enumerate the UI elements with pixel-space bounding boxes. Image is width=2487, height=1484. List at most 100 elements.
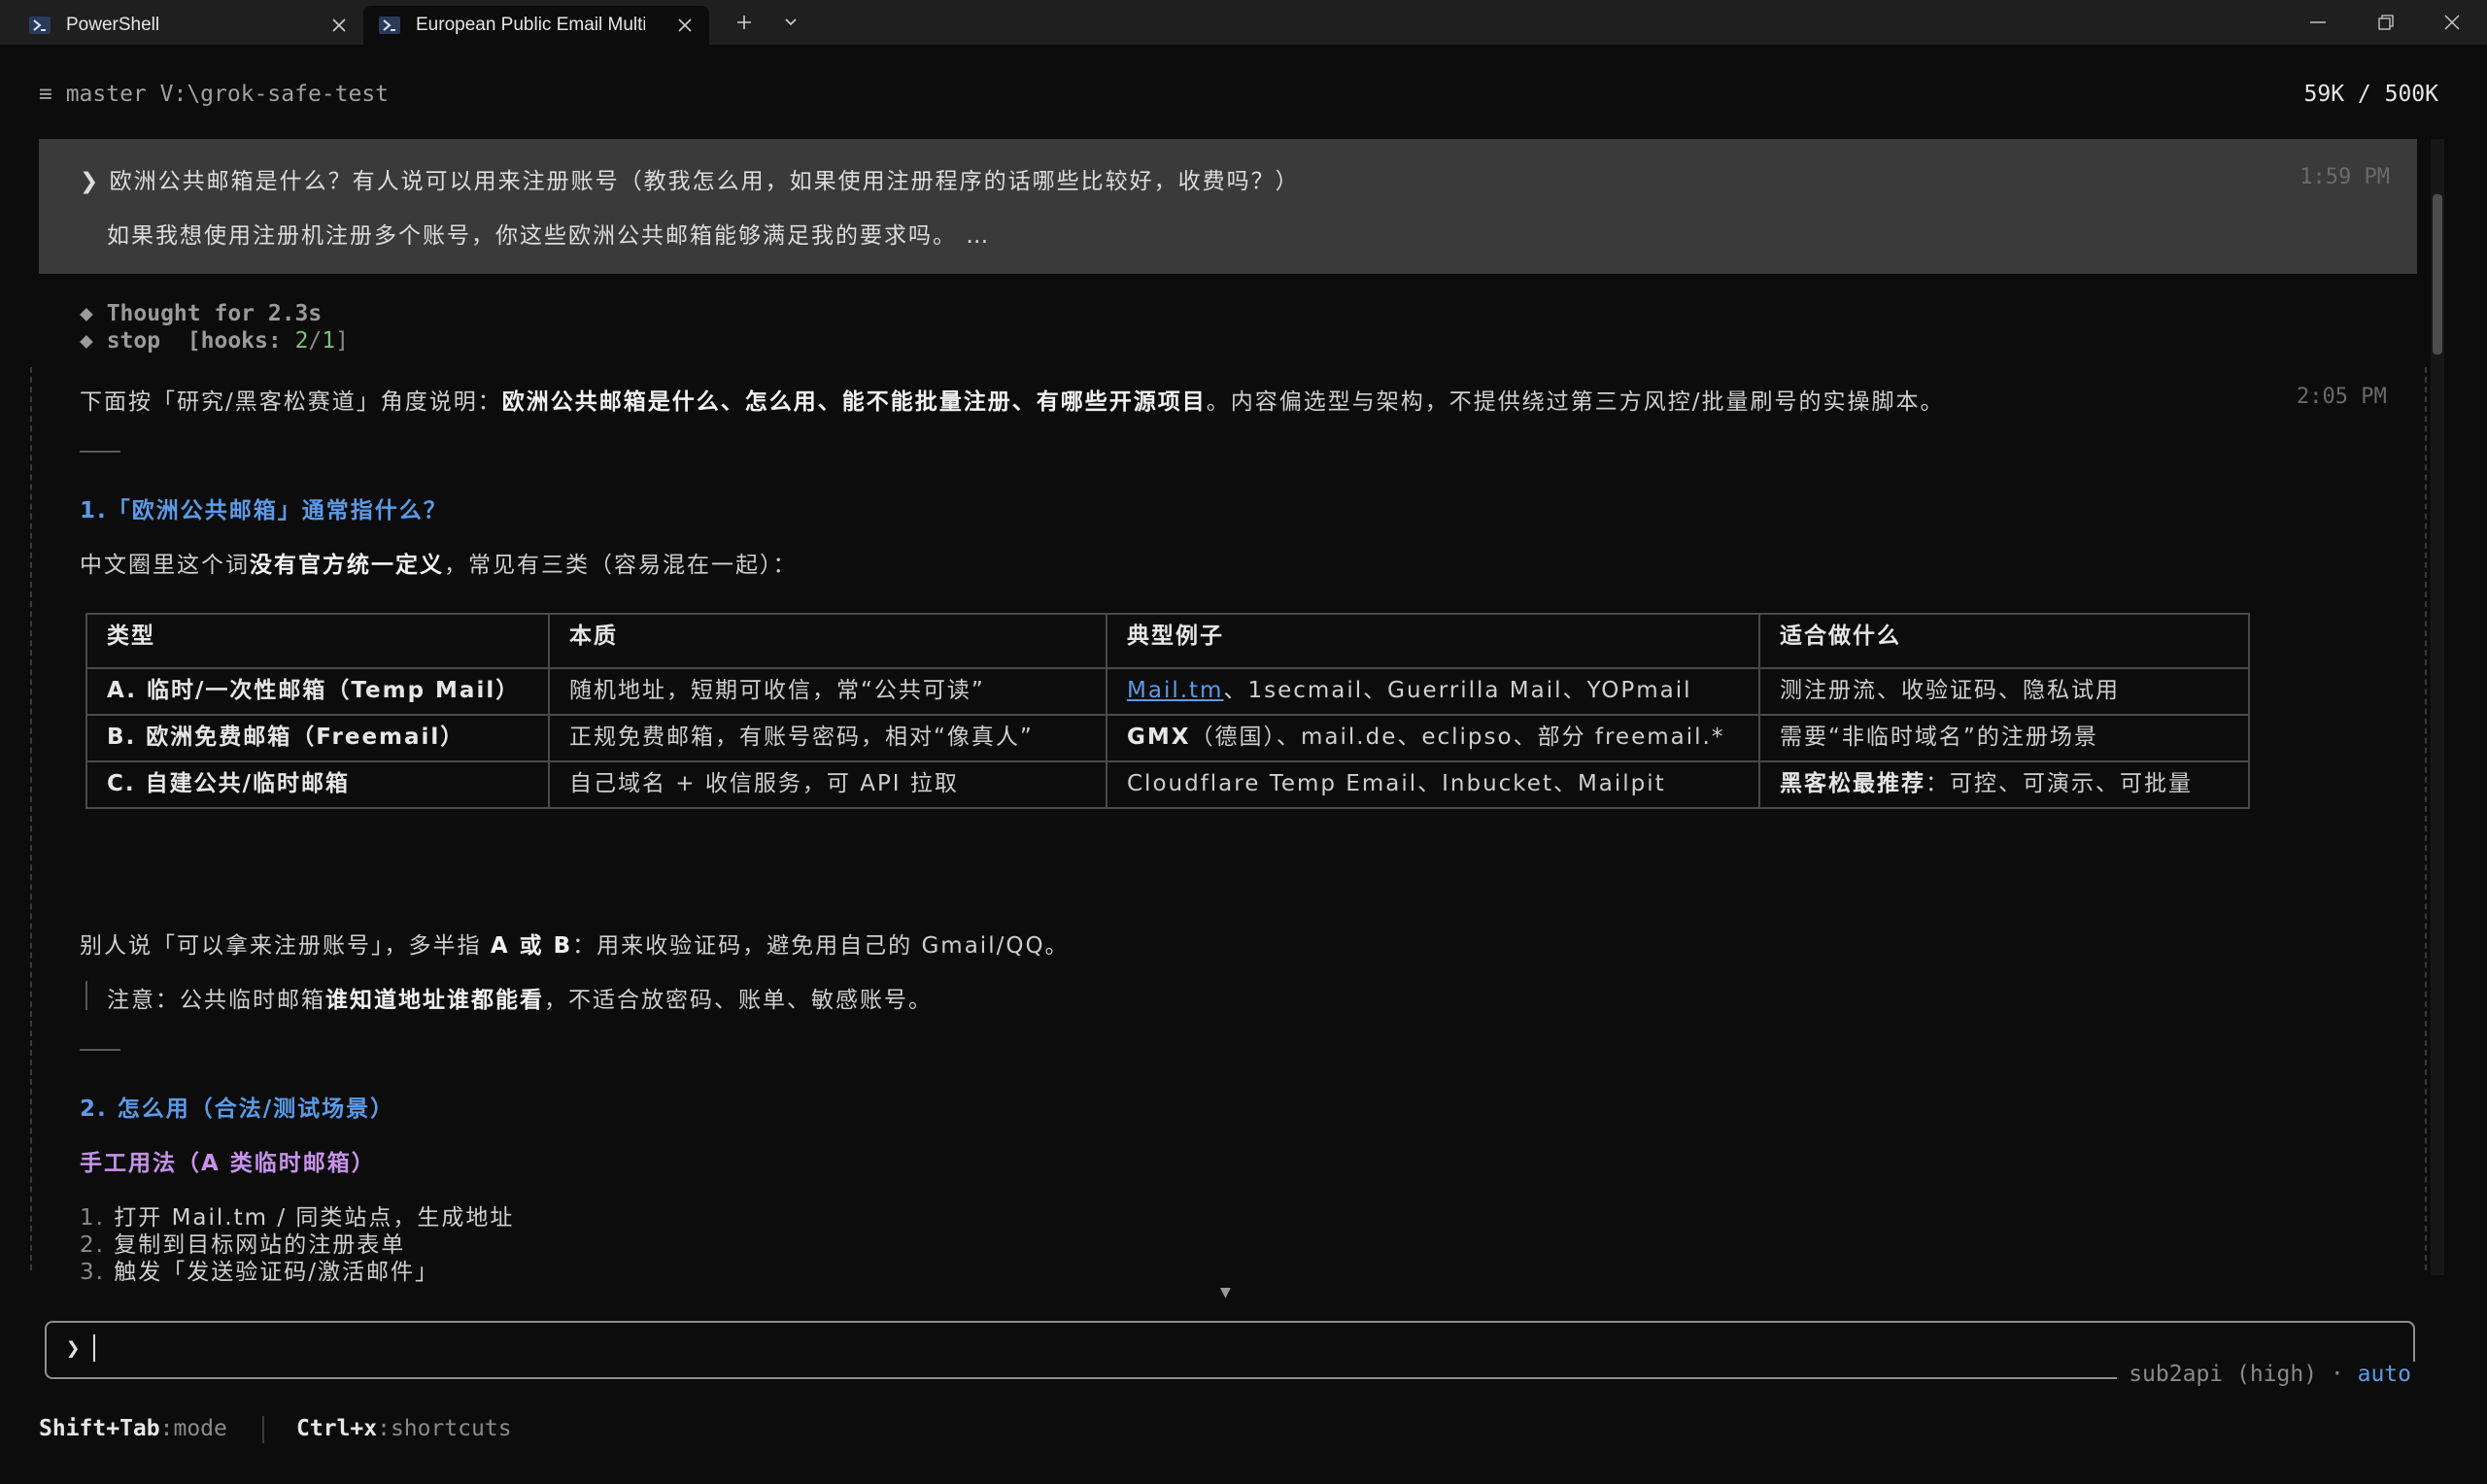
section-heading-1: 1.「欧洲公共邮箱」通常指什么？ xyxy=(80,498,448,523)
minimize-button[interactable] xyxy=(2285,0,2351,45)
model-label: sub2api (high) · xyxy=(2129,1362,2358,1387)
chevron-down-icon xyxy=(785,18,797,26)
table-cell-nature: 正规免费邮箱，有账号密码，相对“像真人” xyxy=(548,714,1107,762)
table-row: A. 临时/一次性邮箱（Temp Mail） 随机地址，短期可收信，常“公共可读… xyxy=(85,667,2250,716)
response-gutter xyxy=(30,367,32,1270)
shortcut-desc: :shortcuts xyxy=(377,1416,512,1441)
intro-bold: 欧洲公共邮箱是什么、怎么用、能不能批量注册、有哪些开源项目 xyxy=(501,389,1207,415)
table-row: C. 自建公共/临时邮箱 自己域名 + 收信服务，可 API 拉取 Cloudf… xyxy=(85,760,2250,809)
table-row: B. 欧洲免费邮箱（Freemail） 正规免费邮箱，有账号密码，相对“像真人”… xyxy=(85,714,2250,762)
close-icon[interactable] xyxy=(674,15,696,36)
tab-active-chat[interactable]: European Public Email Multi-/ xyxy=(363,6,709,45)
email-types-table: 类型 本质 典型例子 适合做什么 A. 临时/一次性邮箱（Temp Mail） … xyxy=(85,613,2250,809)
table-cell-type: A. 临时/一次性邮箱（Temp Mail） xyxy=(85,667,550,716)
table-header: 适合做什么 xyxy=(1758,613,2250,669)
table-cell-examples: GMX（德国）、mail.de、eclipso、部分 freemail.* xyxy=(1106,714,1760,762)
hooks-slash: / xyxy=(308,328,323,354)
title-bar: PowerShell European Public Email Multi-/ xyxy=(0,0,2487,45)
token-counter: 59K / 500K xyxy=(2303,82,2438,107)
quote-bold: 谁知道地址谁都能看 xyxy=(325,988,544,1013)
table-cell-nature: 随机地址，短期可收信，常“公共可读” xyxy=(548,667,1107,716)
examples-text: 、1secmail、Guerrilla Mail、YOPmail xyxy=(1223,678,1692,703)
shortcut-key: Shift+Tab xyxy=(39,1416,160,1441)
table-cell-examples: Cloudflare Temp Email、Inbucket、Mailpit xyxy=(1106,760,1760,809)
paragraph-1: 中文圈里这个词没有官方统一定义，常见有三类（容易混在一起）： xyxy=(80,546,798,579)
table-header-row: 类型 本质 典型例子 适合做什么 xyxy=(85,613,2250,669)
quote-text: 注意：公共临时邮箱 xyxy=(107,988,325,1013)
user-message-line1: ❯ 欧洲公共邮箱是什么？有人说可以用来注册账号（教我怎么用，如果使用注册程序的话… xyxy=(80,169,1300,194)
thought-line: ◆ Thought for 2.3s xyxy=(80,301,322,326)
quote-note: 注意：公共临时邮箱谁知道地址谁都能看，不适合放密码、账单、敏感账号。 xyxy=(107,981,933,1014)
mail-tm-link[interactable]: Mail.tm xyxy=(1127,678,1223,703)
thought-text: ◆ Thought for 2.3s xyxy=(80,301,323,326)
scrollbar-thumb[interactable] xyxy=(2433,194,2442,354)
intro-text: 下面按「研究/黑客松赛道」角度说明： xyxy=(80,389,502,415)
table-header: 本质 xyxy=(548,613,1107,669)
user-message-time: 1:59 PM xyxy=(2300,165,2390,189)
branch-path: ≡ master V:\grok-safe-test xyxy=(39,82,390,107)
p2-text-end: ：用来收验证码，避免用自己的 Gmail/QQ。 xyxy=(572,933,1070,959)
p1-text-end: ，常见有三类（容易混在一起）： xyxy=(444,553,798,578)
restore-icon xyxy=(2378,15,2394,30)
table-cell-examples: Mail.tm、1secmail、Guerrilla Mail、YOPmail xyxy=(1106,667,1760,716)
prompt-chevron: ❯ xyxy=(66,1334,81,1362)
p1-bold: 没有官方统一定义 xyxy=(250,553,444,578)
stop-hooks-line: ◆ stop [hooks: 2/1] xyxy=(80,328,349,354)
section-heading-2: 2. 怎么用（合法/测试场景） xyxy=(80,1096,395,1122)
user-message-line2: 如果我想使用注册机注册多个账号，你这些欧洲公共邮箱能够满足我的要求吗。 … xyxy=(107,223,991,249)
table-cell-type: C. 自建公共/临时邮箱 xyxy=(85,760,550,809)
table-header: 类型 xyxy=(85,613,550,669)
examples-text: （德国）、mail.de、eclipso、部分 freemail.* xyxy=(1190,725,1725,750)
close-icon[interactable] xyxy=(328,15,350,36)
user-message: ❯ 欧洲公共邮箱是什么？有人说可以用来注册账号（教我怎么用，如果使用注册程序的话… xyxy=(39,139,2417,274)
tab-label: European Public Email Multi-/ xyxy=(416,15,645,35)
use-text: ：可控、可演示、可批量 xyxy=(1925,771,2193,796)
hooks-total: 1 xyxy=(322,328,336,354)
shortcut-shortcuts: Ctrl+x:shortcuts xyxy=(296,1416,512,1441)
text-caret xyxy=(93,1334,95,1362)
quote-bar xyxy=(85,981,87,1010)
divider xyxy=(80,1049,120,1051)
table-cell-type: B. 欧洲免费邮箱（Freemail） xyxy=(85,714,550,762)
new-tab-button[interactable] xyxy=(727,8,762,37)
shortcut-desc: :mode xyxy=(159,1416,227,1441)
model-status: sub2api (high) · auto xyxy=(2117,1362,2423,1391)
table-header: 典型例子 xyxy=(1106,613,1760,669)
powershell-icon xyxy=(27,15,52,36)
minimize-icon xyxy=(2310,21,2326,23)
powershell-icon xyxy=(377,15,402,36)
response-gutter-right xyxy=(2425,367,2427,1270)
hooks-count: 2 xyxy=(294,328,309,354)
list-number: 3. xyxy=(80,1260,105,1285)
p1-text: 中文圈里这个词 xyxy=(80,553,250,578)
tab-label: PowerShell xyxy=(66,15,160,35)
mode-auto[interactable]: auto xyxy=(2358,1362,2411,1387)
p2-text: 别人说「可以拿来注册账号」，多半指 xyxy=(80,933,491,959)
restore-button[interactable] xyxy=(2353,0,2419,45)
table-cell-use: 需要“非临时域名”的注册场景 xyxy=(1758,714,2250,762)
stop-prefix: ◆ stop [hooks: xyxy=(80,328,295,354)
table-cell-use: 黑客松最推荐：可控、可演示、可批量 xyxy=(1758,760,2250,809)
intro-text-end: 。内容偏选型与架构，不提供绕过第三方风控/批量刷号的实操脚本。 xyxy=(1206,389,1945,415)
shortcut-mode: Shift+Tab:mode xyxy=(39,1416,227,1441)
footer-separator xyxy=(262,1416,264,1443)
tab-powershell[interactable]: PowerShell xyxy=(14,6,363,45)
close-window-button[interactable] xyxy=(2419,0,2485,45)
plus-icon xyxy=(737,16,751,29)
use-bold: 黑客松最推荐 xyxy=(1780,771,1925,796)
p2-bold: A 或 B xyxy=(490,933,573,959)
list-item: 3. 触发「发送验证码/激活邮件」 xyxy=(80,1253,439,1286)
close-icon xyxy=(2444,15,2460,30)
response-intro: 下面按「研究/黑客松赛道」角度说明：欧洲公共邮箱是什么、怎么用、能不能批量注册、… xyxy=(80,383,1945,416)
subheading: 手工用法（A 类临时邮箱） xyxy=(80,1151,376,1176)
table-cell-use: 测注册流、收验证码、隐私试用 xyxy=(1758,667,2250,716)
divider xyxy=(80,451,120,453)
shortcut-key: Ctrl+x xyxy=(296,1416,378,1441)
prompt-input[interactable]: ❯ xyxy=(45,1321,2415,1379)
list-text: 触发「发送验证码/激活邮件」 xyxy=(114,1260,440,1285)
paragraph-2: 别人说「可以拿来注册账号」，多半指 A 或 B：用来收验证码，避免用自己的 Gm… xyxy=(80,927,1070,960)
table-cell-nature: 自己域名 + 收信服务，可 API 拉取 xyxy=(548,760,1107,809)
tab-dropdown-button[interactable] xyxy=(773,8,808,37)
scroll-down-icon[interactable]: ▼ xyxy=(1220,1282,1231,1302)
quote-text-end: ，不适合放密码、账单、敏感账号。 xyxy=(544,988,933,1013)
